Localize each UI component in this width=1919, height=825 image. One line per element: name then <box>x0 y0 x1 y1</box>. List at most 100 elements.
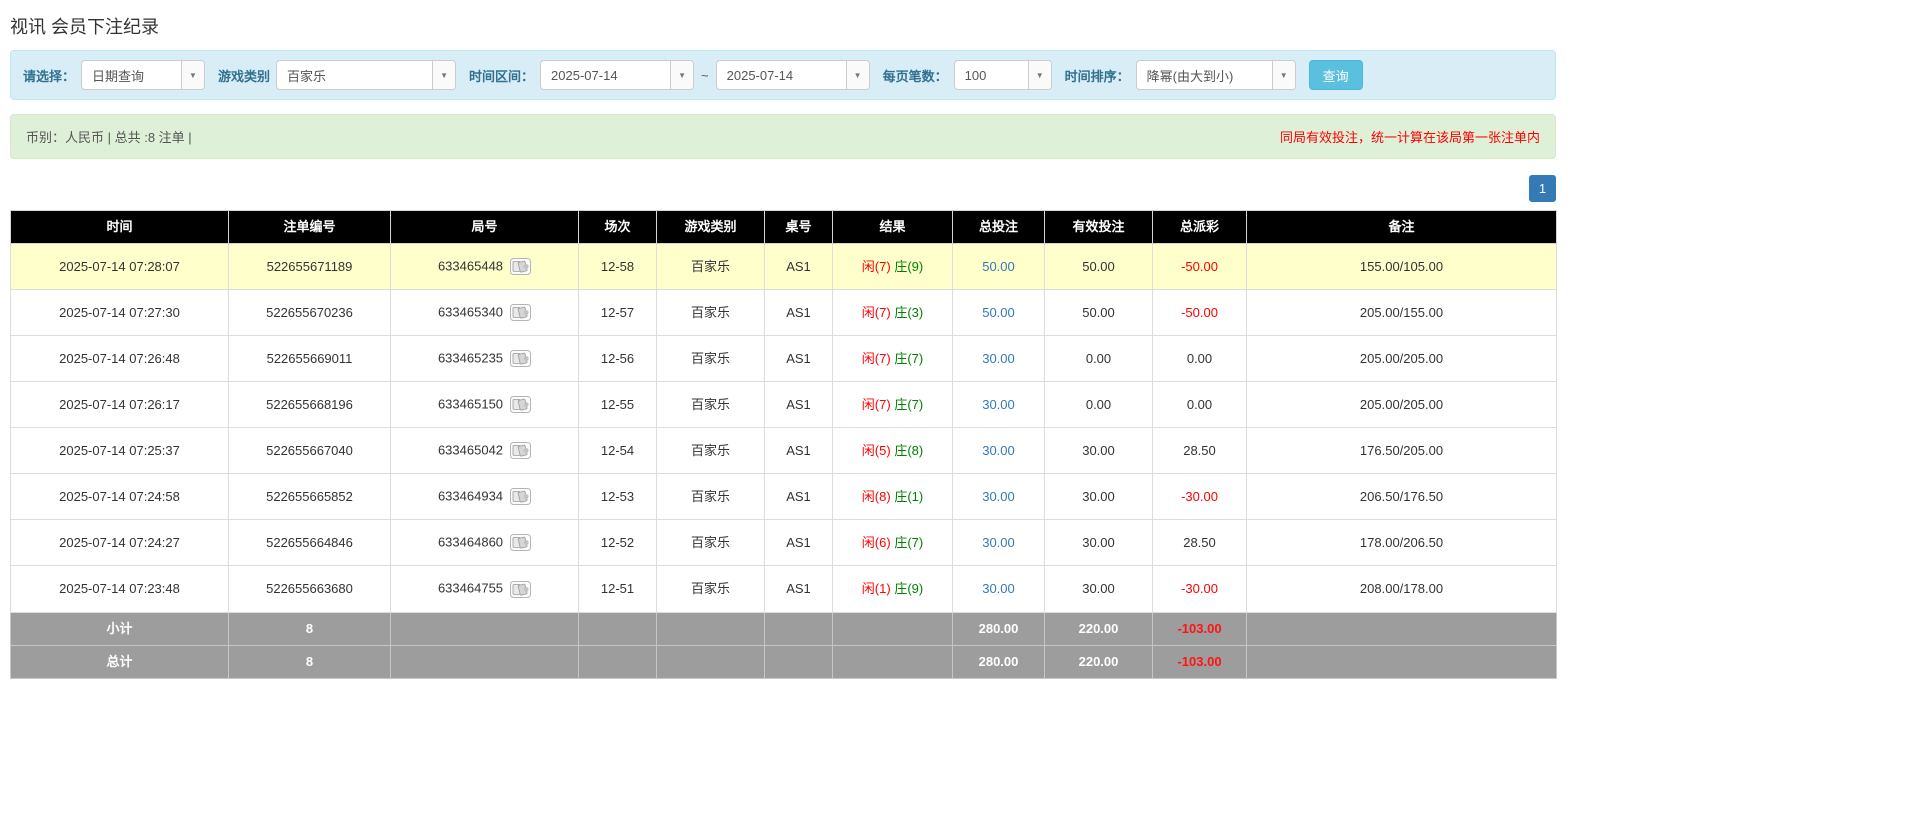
table-footer: 小计8280.00220.00-103.00总计8280.00220.00-10… <box>11 612 1557 678</box>
search-button[interactable]: 查询 <box>1309 60 1363 90</box>
result-banker: 庄(7) <box>894 351 923 366</box>
table-row: 2025-07-14 07:24:27522655664846633464860… <box>11 520 1557 566</box>
cell-round-number: 633465448 <box>391 244 579 290</box>
caret-down-icon[interactable]: ▼ <box>670 61 693 89</box>
result-player: 闲(6) <box>862 535 891 550</box>
footer-empty <box>657 645 765 678</box>
cell-table-number: AS1 <box>765 244 833 290</box>
sort-select[interactable]: 降幂(由大到小) ▼ <box>1136 60 1296 90</box>
cell-time: 2025-07-14 07:23:48 <box>11 566 229 612</box>
cell-table-number: AS1 <box>765 566 833 612</box>
cell-result: 闲(7) 庄(3) <box>833 290 953 336</box>
cell-round-number: 633464755 <box>391 566 579 612</box>
cell-game-type: 百家乐 <box>657 336 765 382</box>
result-player: 闲(1) <box>862 581 891 596</box>
caret-down-icon[interactable]: ▼ <box>1028 61 1051 89</box>
cell-time: 2025-07-14 07:26:17 <box>11 382 229 428</box>
cell-total-bet[interactable]: 30.00 <box>953 520 1045 566</box>
cell-total-bet[interactable]: 50.00 <box>953 290 1045 336</box>
column-header-5: 游戏类别 <box>657 211 765 244</box>
cell-game-type: 百家乐 <box>657 382 765 428</box>
caret-down-icon[interactable]: ▼ <box>1272 61 1295 89</box>
cell-round-number: 633465340 <box>391 290 579 336</box>
pagination-page-1[interactable]: 1 <box>1529 175 1556 202</box>
footer-empty <box>833 612 953 645</box>
cell-result: 闲(1) 庄(9) <box>833 566 953 612</box>
column-header-8: 总投注 <box>953 211 1045 244</box>
total-row: 总计8280.00220.00-103.00 <box>11 645 1557 678</box>
footer-total-bet: 280.00 <box>953 612 1045 645</box>
cell-total-bet[interactable]: 30.00 <box>953 336 1045 382</box>
content-container: 视讯 会员下注纪录 请选择： 日期查询 ▼ 游戏类别 百家乐 ▼ 时间区间： 2… <box>10 0 1556 825</box>
cell-table-number: AS1 <box>765 520 833 566</box>
cell-bet-number: 522655665852 <box>229 474 391 520</box>
cell-table-number: AS1 <box>765 428 833 474</box>
result-banker: 庄(3) <box>894 305 923 320</box>
round-number-text: 633464755 <box>438 581 503 596</box>
footer-empty <box>579 645 657 678</box>
footer-empty <box>391 612 579 645</box>
round-number-text: 633465340 <box>438 305 503 320</box>
cell-time: 2025-07-14 07:28:07 <box>11 244 229 290</box>
caret-down-icon[interactable]: ▼ <box>846 61 869 89</box>
cell-remark: 155.00/105.00 <box>1247 244 1557 290</box>
cell-valid-bet: 30.00 <box>1045 566 1153 612</box>
result-banker: 庄(7) <box>894 535 923 550</box>
filter-bar: 请选择： 日期查询 ▼ 游戏类别 百家乐 ▼ 时间区间： 2025-07-14 … <box>10 50 1556 100</box>
cell-total-bet[interactable]: 30.00 <box>953 428 1045 474</box>
cell-game-type: 百家乐 <box>657 520 765 566</box>
filter-group-time-range: 时间区间： 2025-07-14 ▼ ~ 2025-07-14 ▼ <box>469 60 870 90</box>
game-type-select[interactable]: 百家乐 ▼ <box>276 60 456 90</box>
query-type-select[interactable]: 日期查询 ▼ <box>81 60 205 90</box>
cell-total-bet[interactable]: 30.00 <box>953 566 1045 612</box>
cell-result: 闲(7) 庄(7) <box>833 382 953 428</box>
video-replay-icon[interactable] <box>510 396 531 413</box>
video-replay-icon[interactable] <box>510 258 531 275</box>
date-from-value: 2025-07-14 <box>541 68 670 83</box>
cell-valid-bet: 0.00 <box>1045 336 1153 382</box>
cell-bet-number: 522655663680 <box>229 566 391 612</box>
video-replay-icon[interactable] <box>510 581 531 598</box>
cell-result: 闲(7) 庄(7) <box>833 336 953 382</box>
cell-result: 闲(8) 庄(1) <box>833 474 953 520</box>
page-size-select[interactable]: 100 ▼ <box>954 60 1052 90</box>
cell-session: 12-55 <box>579 382 657 428</box>
video-replay-icon[interactable] <box>510 488 531 505</box>
cell-bet-number: 522655669011 <box>229 336 391 382</box>
cell-remark: 178.00/206.50 <box>1247 520 1557 566</box>
date-to-select[interactable]: 2025-07-14 ▼ <box>716 60 870 90</box>
caret-down-icon[interactable]: ▼ <box>432 61 455 89</box>
cell-bet-number: 522655664846 <box>229 520 391 566</box>
footer-valid-bet: 220.00 <box>1045 612 1153 645</box>
cell-total-bet[interactable]: 50.00 <box>953 244 1045 290</box>
filter-group-page-size: 每页笔数： 100 ▼ <box>883 60 1052 90</box>
page-size-value: 100 <box>955 68 1028 83</box>
sort-label: 时间排序： <box>1065 66 1130 85</box>
date-from-select[interactable]: 2025-07-14 ▼ <box>540 60 694 90</box>
game-type-value: 百家乐 <box>277 66 432 85</box>
result-player: 闲(7) <box>862 305 891 320</box>
bet-records-table: 时间注单编号局号场次游戏类别桌号结果总投注有效投注总派彩备注 2025-07-1… <box>10 210 1557 679</box>
column-header-4: 场次 <box>579 211 657 244</box>
video-replay-icon[interactable] <box>510 350 531 367</box>
cell-session: 12-52 <box>579 520 657 566</box>
round-number-text: 633464860 <box>438 535 503 550</box>
cell-valid-bet: 0.00 <box>1045 382 1153 428</box>
footer-empty <box>765 645 833 678</box>
caret-down-icon[interactable]: ▼ <box>181 61 204 89</box>
cell-round-number: 633465042 <box>391 428 579 474</box>
video-replay-icon[interactable] <box>510 304 531 321</box>
cell-table-number: AS1 <box>765 290 833 336</box>
cell-payout: 0.00 <box>1153 382 1247 428</box>
table-row: 2025-07-14 07:25:37522655667040633465042… <box>11 428 1557 474</box>
table-row: 2025-07-14 07:24:58522655665852633464934… <box>11 474 1557 520</box>
column-header-9: 有效投注 <box>1045 211 1153 244</box>
footer-empty <box>657 612 765 645</box>
cell-total-bet[interactable]: 30.00 <box>953 474 1045 520</box>
cell-total-bet[interactable]: 30.00 <box>953 382 1045 428</box>
footer-empty <box>833 645 953 678</box>
video-replay-icon[interactable] <box>510 442 531 459</box>
result-banker: 庄(1) <box>894 489 923 504</box>
cell-bet-number: 522655671189 <box>229 244 391 290</box>
video-replay-icon[interactable] <box>510 534 531 551</box>
